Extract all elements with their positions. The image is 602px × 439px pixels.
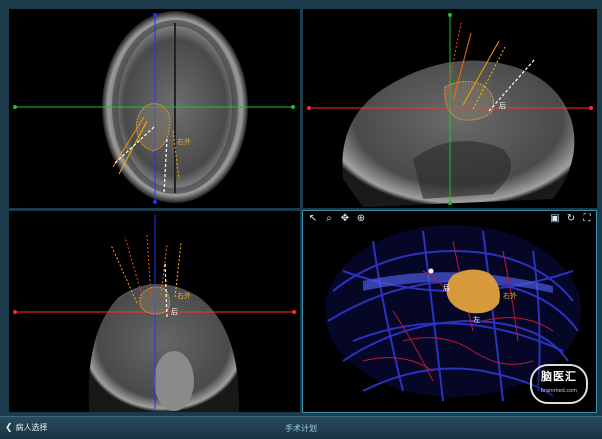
axial-label-right: 右外 — [177, 138, 191, 146]
sagittal-view[interactable]: 后 — [303, 9, 597, 208]
axial-view[interactable]: 右外 — [9, 9, 300, 208]
axial-image — [13, 11, 295, 204]
coronal-image — [13, 215, 296, 412]
page-title: 手术计划 — [285, 424, 317, 433]
status-bar: ❮ 病人选择 手术计划 — [0, 416, 602, 439]
sagittal-label-back: 后 — [499, 102, 506, 110]
sagittal-image — [307, 13, 593, 207]
watermark-logo: 脑医汇 brainmed.com — [530, 364, 588, 404]
volume-3d-view[interactable]: ↖ ⌕ ✥ ⊕ ▣ ↻ ⛶ 后 右外 左 脑医汇 brainmed.com — [302, 210, 597, 413]
coronal-label-back: 后 — [171, 308, 178, 316]
volume-label-left: 左 — [473, 316, 480, 324]
coronal-label-right: 右外 — [177, 292, 191, 300]
volume-label-back: 后 — [443, 284, 450, 292]
coronal-view[interactable]: 后 右外 — [9, 211, 300, 412]
volume-label-outer: 右外 — [503, 292, 517, 300]
